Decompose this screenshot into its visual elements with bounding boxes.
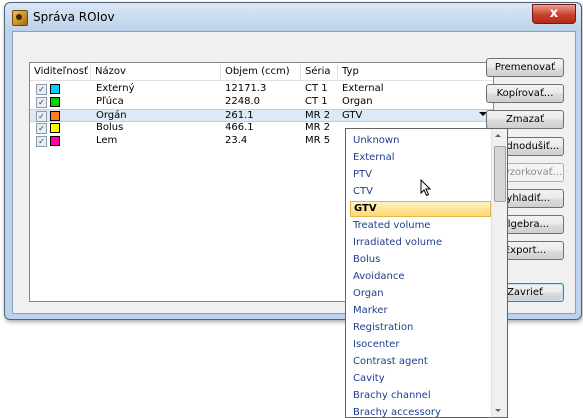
dropdown-option[interactable]: External [350,150,491,166]
table-row[interactable]: ✓ Pľúca 2248.0 CT 1 Organ [30,96,493,108]
roi-series: MR 2 [305,110,331,121]
visibility-checkbox[interactable]: ✓ [36,97,47,108]
rename-button[interactable]: Premenovať [486,58,564,77]
scroll-up-icon[interactable] [495,134,501,137]
roi-color-swatch[interactable] [50,123,60,133]
dropdown-option[interactable]: Brachy channel [350,388,491,404]
roi-series: CT 1 [305,96,328,107]
dropdown-option[interactable]: Avoidance [350,269,491,285]
visibility-checkbox[interactable]: ✓ [36,111,47,122]
roi-volume: 261.1 [225,110,254,121]
copy-button[interactable]: Kopírovať... [486,84,564,103]
column-header-type[interactable]: Typ [338,63,493,80]
dropdown-option[interactable]: Treated volume [350,218,491,234]
dropdown-option[interactable]: Isocenter [350,337,491,353]
dropdown-option[interactable]: Marker [350,303,491,319]
title-bar[interactable]: Správa ROIov x [5,3,581,31]
roi-volume: 12171.3 [225,83,267,94]
dropdown-option[interactable]: Contrast agent [350,354,491,370]
dropdown-option[interactable]: Organ [350,286,491,302]
roi-name: Bolus [96,122,124,133]
scroll-down-icon[interactable] [495,409,501,412]
dropdown-option[interactable]: Cavity [350,371,491,387]
roi-type: Organ [342,96,373,107]
roi-name: Externý [96,83,135,94]
roi-type-combobox[interactable]: GTV [342,110,362,122]
roi-color-swatch[interactable] [50,84,60,94]
roi-color-swatch[interactable] [50,111,60,121]
roi-volume: 23.4 [225,135,248,146]
dropdown-option[interactable]: Registration [350,320,491,336]
dropdown-option-selected[interactable]: GTV [350,201,491,217]
dropdown-scrollbar[interactable] [491,129,507,417]
roi-volume: 466.1 [225,122,254,133]
dropdown-option[interactable]: Brachy accessory [350,405,491,417]
roi-type: External [342,83,384,94]
scrollbar-thumb[interactable] [494,146,506,202]
column-header-volume[interactable]: Objem (ccm) [221,63,301,80]
table-row-selected[interactable]: ✓ Orgán 261.1 MR 2 GTV [30,109,493,122]
roi-volume: 2248.0 [225,96,260,107]
type-dropdown-list[interactable]: Unknown External PTV CTV GTV Treated volume Ir… [345,128,508,418]
visibility-checkbox[interactable]: ✓ [36,84,47,95]
dropdown-option[interactable]: Unknown [350,133,491,149]
dropdown-option[interactable]: Bolus [350,252,491,268]
roi-name: Pľúca [96,96,124,107]
app-icon [12,10,28,26]
visibility-checkbox[interactable]: ✓ [36,123,47,134]
roi-series: MR 2 [305,122,331,133]
roi-name: Orgán [96,110,127,121]
roi-series: MR 5 [305,135,331,146]
column-header-series[interactable]: Séria [301,63,338,80]
list-header: Viditeľnosť Názov Objem (ccm) Séria Typ [30,63,493,81]
delete-button[interactable]: Zmazať [486,110,564,129]
column-header-name[interactable]: Názov [91,63,221,80]
mouse-pointer-icon [420,179,432,197]
visibility-checkbox[interactable]: ✓ [36,136,47,147]
window-title: Správa ROIov [33,10,115,24]
table-row[interactable]: ✓ Externý 12171.3 CT 1 External [30,83,493,95]
roi-name: Lem [96,135,118,146]
column-header-visibility[interactable]: Viditeľnosť [30,63,91,80]
roi-color-swatch[interactable] [50,97,60,107]
dropdown-option[interactable]: Irradiated volume [350,235,491,251]
close-window-button[interactable]: x [532,4,576,24]
roi-series: CT 1 [305,83,328,94]
roi-color-swatch[interactable] [50,136,60,146]
